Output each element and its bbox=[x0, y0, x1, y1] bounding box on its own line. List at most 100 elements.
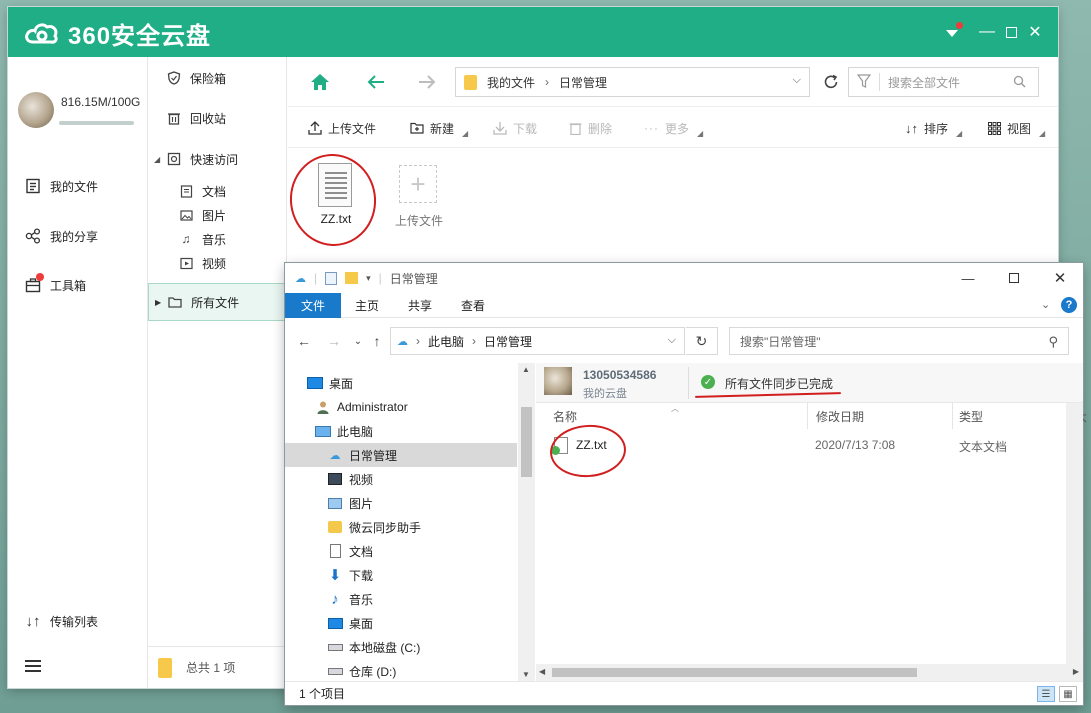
upload-tile-label: 上传文件 bbox=[394, 214, 443, 228]
nav-weiyun-sync[interactable]: 微云同步助手 bbox=[327, 515, 421, 539]
minimize-button[interactable]: — bbox=[976, 21, 998, 43]
tree-item-documents[interactable]: 文档 bbox=[148, 179, 287, 203]
column-header-modified[interactable]: 修改日期 bbox=[808, 403, 953, 429]
scroll-up-icon[interactable]: ▲ bbox=[522, 365, 530, 374]
nav-daily-management[interactable]: ☁ 日常管理 bbox=[285, 443, 517, 467]
address-bar[interactable]: 我的文件 › 日常管理 ⌵ bbox=[455, 67, 810, 97]
nav-toolbox[interactable]: 工具箱 bbox=[24, 273, 86, 296]
up-button[interactable]: ↑ bbox=[368, 333, 386, 349]
view-button[interactable]: 视图 ◢ bbox=[988, 119, 1045, 138]
nav-this-pc[interactable]: 此电脑 bbox=[315, 419, 373, 443]
file-list-scrollbar[interactable] bbox=[1066, 403, 1083, 664]
tree-item-quick-access[interactable]: ◢ 快速访问 bbox=[148, 147, 287, 171]
expand-arrow-icon[interactable]: ▶ bbox=[155, 298, 161, 307]
chevron-down-icon[interactable]: ⌵ bbox=[793, 74, 801, 87]
chevron-down-icon[interactable]: ⌵ bbox=[668, 334, 676, 347]
tree-item-videos[interactable]: 视频 bbox=[148, 251, 287, 275]
tree-item-all-files[interactable]: ▶ 所有文件 bbox=[148, 283, 287, 321]
scroll-left-icon[interactable]: ◀ bbox=[539, 667, 545, 676]
explorer-window: ☁ | ▾ | 日常管理 — ✕ 文件 主页 共享 查看 ⌄ ? ← → ⌄ ↑… bbox=[285, 263, 1087, 705]
details-view-button[interactable]: ☰ bbox=[1037, 686, 1055, 702]
breadcrumb-current[interactable]: 日常管理 bbox=[559, 74, 607, 91]
music-note-icon: ♫ bbox=[181, 232, 191, 246]
collapse-arrow-icon[interactable]: ◢ bbox=[154, 155, 160, 164]
more-button[interactable]: ··· 更多 ◢ bbox=[644, 119, 703, 138]
nav-transfer-list[interactable]: ↓↑ 传输列表 bbox=[24, 610, 99, 632]
nav-music[interactable]: ♪ 音乐 bbox=[327, 587, 373, 611]
forward-button[interactable] bbox=[415, 71, 439, 93]
tab-home[interactable]: 主页 bbox=[345, 293, 389, 318]
download-indicator-icon[interactable] bbox=[941, 21, 963, 43]
search-placeholder: 搜索全部文件 bbox=[888, 75, 961, 90]
tab-file[interactable]: 文件 bbox=[285, 293, 341, 318]
nav-my-files[interactable]: 我的文件 bbox=[24, 175, 98, 197]
upload-tile[interactable]: + 上传文件 bbox=[383, 157, 453, 237]
explorer-close-button[interactable]: ✕ bbox=[1037, 263, 1083, 293]
tree-item-pictures[interactable]: 图片 bbox=[148, 203, 287, 227]
tree-item-safe-box[interactable]: 保险箱 bbox=[148, 66, 287, 90]
customize-dropdown-icon[interactable]: ▾ bbox=[366, 273, 371, 284]
navigation-pane-scrollbar[interactable]: ▲ ▼ bbox=[518, 363, 535, 681]
breadcrumb-folder[interactable]: 日常管理 bbox=[484, 333, 532, 350]
explorer-forward-button[interactable]: → bbox=[325, 333, 343, 349]
large-icons-view-button[interactable]: ▦ bbox=[1059, 686, 1077, 702]
refresh-button[interactable] bbox=[816, 67, 846, 97]
expand-ribbon-icon[interactable]: ⌄ bbox=[1041, 298, 1050, 311]
download-button[interactable]: 下载 bbox=[493, 119, 537, 137]
nav-desktop-2[interactable]: 桌面 bbox=[327, 611, 373, 635]
tab-view[interactable]: 查看 bbox=[451, 293, 495, 318]
computer-icon bbox=[315, 424, 331, 438]
table-row[interactable]: ZZ.txt 2020/7/13 7:08 文本文档 bbox=[546, 435, 1083, 457]
filter-icon[interactable] bbox=[856, 73, 872, 91]
nav-desktop[interactable]: 桌面 bbox=[307, 371, 353, 395]
upload-file-button[interactable]: 上传文件 bbox=[308, 119, 376, 137]
nav-drive-d[interactable]: 仓库 (D:) bbox=[327, 659, 396, 683]
explorer-refresh-button[interactable]: ↻ bbox=[686, 327, 718, 355]
search-box[interactable]: 搜索全部文件 bbox=[848, 67, 1039, 97]
explorer-back-button[interactable]: ← bbox=[295, 333, 313, 349]
scroll-right-icon[interactable]: ▶ bbox=[1073, 667, 1079, 676]
close-button[interactable]: ✕ bbox=[1024, 21, 1046, 43]
help-icon[interactable]: ? bbox=[1061, 297, 1077, 313]
nav-downloads[interactable]: ⬇ 下载 bbox=[327, 563, 373, 587]
explorer-search-input[interactable]: 搜索"日常管理" ⚲ bbox=[729, 327, 1069, 355]
new-folder-icon bbox=[410, 122, 424, 134]
cloud-logo-icon bbox=[25, 23, 58, 44]
scroll-down-icon[interactable]: ▼ bbox=[522, 670, 530, 679]
column-header-type[interactable]: 类型 bbox=[953, 403, 1071, 429]
scrollbar-thumb[interactable] bbox=[552, 668, 917, 677]
file-list-horizontal-scrollbar[interactable]: ◀ ▶ bbox=[536, 664, 1083, 681]
tab-share[interactable]: 共享 bbox=[398, 293, 442, 318]
folder-icon[interactable] bbox=[345, 272, 359, 284]
sync-status-bar: 13050534586 我的云盘 ✓ 所有文件同步已完成 bbox=[536, 363, 1083, 403]
explorer-address-bar[interactable]: ☁ › 此电脑 › 日常管理 ⌵ bbox=[390, 327, 685, 355]
search-icon[interactable] bbox=[1013, 75, 1026, 91]
column-header-name[interactable]: 名称 bbox=[536, 403, 808, 429]
explorer-maximize-button[interactable] bbox=[991, 263, 1037, 293]
breadcrumb-root[interactable]: 我的文件 bbox=[487, 74, 535, 91]
delete-button[interactable]: 删除 bbox=[569, 119, 612, 137]
quick-access-toolbar: ☁ | ▾ | 日常管理 bbox=[295, 270, 438, 286]
nav-videos[interactable]: 视频 bbox=[327, 467, 373, 491]
properties-icon[interactable] bbox=[325, 271, 338, 285]
scrollbar-thumb[interactable] bbox=[521, 407, 532, 477]
nav-pictures[interactable]: 图片 bbox=[327, 491, 373, 515]
back-button[interactable] bbox=[364, 71, 388, 93]
maximize-button[interactable] bbox=[1000, 21, 1022, 43]
user-avatar[interactable] bbox=[18, 92, 54, 128]
tree-item-recycle-bin[interactable]: 回收站 bbox=[148, 106, 287, 130]
main-menu-button[interactable] bbox=[24, 655, 42, 677]
tree-item-music[interactable]: ♫ 音乐 bbox=[148, 227, 287, 251]
nav-documents[interactable]: 文档 bbox=[327, 539, 373, 563]
document-icon bbox=[178, 183, 194, 199]
home-button[interactable] bbox=[308, 71, 332, 93]
grid-view-icon bbox=[988, 121, 1001, 135]
new-button[interactable]: 新建 ◢ bbox=[410, 119, 468, 138]
nav-local-disk-c[interactable]: 本地磁盘 (C:) bbox=[327, 635, 420, 659]
nav-my-shares[interactable]: 我的分享 bbox=[24, 225, 98, 247]
recent-locations-button[interactable]: ⌄ bbox=[349, 333, 367, 349]
breadcrumb-this-pc[interactable]: 此电脑 bbox=[428, 333, 464, 350]
nav-administrator[interactable]: Administrator bbox=[315, 395, 408, 419]
sort-button[interactable]: ↓↑ 排序 ◢ bbox=[905, 119, 962, 138]
explorer-minimize-button[interactable]: — bbox=[945, 263, 991, 293]
